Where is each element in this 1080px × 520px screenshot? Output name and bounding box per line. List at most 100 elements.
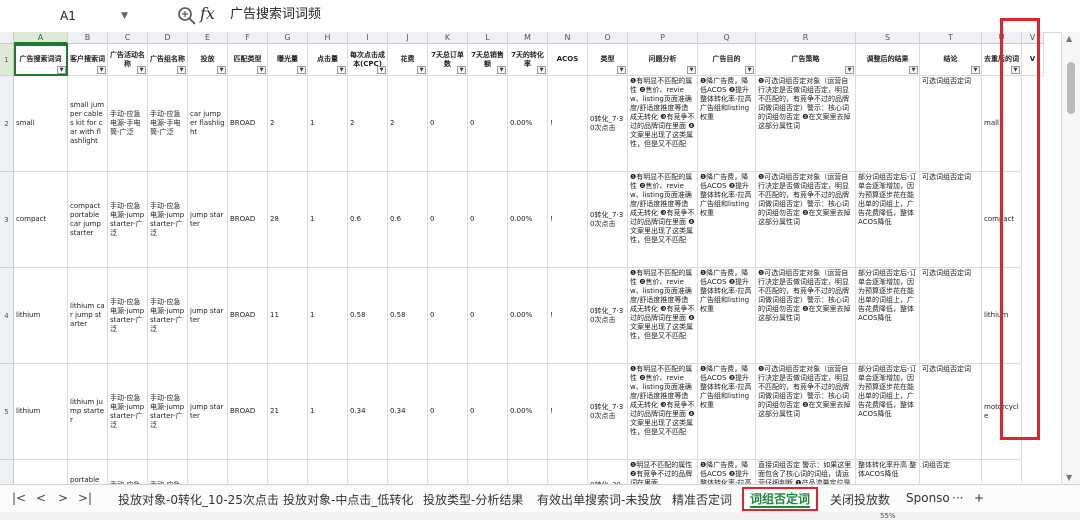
- table-cell[interactable]: ❶可选词组否定对象（运营自行决定是否做词组否定，明显不匹配的，有竞争不过的品牌词…: [756, 76, 856, 172]
- header-cell[interactable]: 类型 ▼: [588, 44, 628, 76]
- table-cell[interactable]: 1: [308, 364, 348, 460]
- tab-sheet-active[interactable]: 词组否定词: [742, 487, 819, 511]
- column-header-q[interactable]: Q: [698, 32, 756, 44]
- filter-dropdown-icon[interactable]: ▼: [137, 66, 146, 74]
- more-sheets-icon[interactable]: ···: [952, 491, 963, 505]
- filter-dropdown-icon[interactable]: ▼: [745, 66, 754, 74]
- column-header-a[interactable]: A: [14, 32, 68, 44]
- table-cell[interactable]: [348, 460, 388, 484]
- table-cell[interactable]: ❶降广告费，降低ACOS ❷提升整体转化率-拉高广告组和listing权重: [698, 460, 756, 484]
- table-cell[interactable]: 部分词组否定后-订单会逐渐增加，因为预算逐步花在能出单的词组上，广告花费降低，整…: [856, 268, 920, 364]
- header-cell[interactable]: 7天总销售额 ▼: [468, 44, 508, 76]
- table-cell[interactable]: 手动-应急电源-手电筒-广泛: [148, 76, 188, 172]
- filter-dropdown-icon[interactable]: ▼: [497, 66, 506, 74]
- column-header-c[interactable]: C: [108, 32, 148, 44]
- filter-dropdown-icon[interactable]: ▼: [457, 66, 466, 74]
- table-cell[interactable]: lithium jump starter: [68, 364, 108, 460]
- header-cell[interactable]: 曝光量 ▼: [268, 44, 308, 76]
- table-cell[interactable]: 21: [268, 364, 308, 460]
- header-cell[interactable]: 广告组名称 ▼: [148, 44, 188, 76]
- filter-dropdown-icon[interactable]: ▼: [687, 66, 696, 74]
- table-cell[interactable]: 0: [468, 172, 508, 268]
- add-sheet-button[interactable]: +: [974, 491, 984, 505]
- table-cell[interactable]: BROAD: [228, 172, 268, 268]
- header-cell[interactable]: 调整后的结果 ▼: [856, 44, 920, 76]
- table-cell[interactable]: 0.00%: [508, 364, 548, 460]
- table-cell[interactable]: 直接词组否定 警示：如果这里面包含了核心词的词组，请运营仔细判断 ❶产品流量定位…: [756, 460, 856, 484]
- header-cell[interactable]: 广告策略 ▼: [756, 44, 856, 76]
- row-header-3[interactable]: 3: [0, 172, 14, 268]
- column-header-m[interactable]: M: [508, 32, 548, 44]
- table-cell[interactable]: 0.34: [348, 364, 388, 460]
- fx-icon[interactable]: fx: [200, 4, 215, 23]
- header-cell[interactable]: 客户搜索词 ▼: [68, 44, 108, 76]
- filter-dropdown-icon[interactable]: ▼: [909, 66, 918, 74]
- table-cell[interactable]: BROAD: [228, 76, 268, 172]
- prev-sheet-icon[interactable]: <: [36, 491, 46, 505]
- table-cell[interactable]: 手动-应急电源-jump starter-广泛: [148, 268, 188, 364]
- table-cell[interactable]: portable motorcycle: [68, 460, 108, 484]
- table-cell[interactable]: ❶可选词组否定对象（运营自行决定是否做词组否定，明显不匹配的，有竞争不过的品牌词…: [756, 268, 856, 364]
- table-cell[interactable]: lithium: [14, 364, 68, 460]
- table-cell[interactable]: car jumper flashlight: [188, 76, 228, 172]
- table-cell[interactable]: 可选词组否定词: [920, 268, 982, 364]
- table-cell[interactable]: lithium car jump starter: [68, 268, 108, 364]
- filter-dropdown-icon[interactable]: ▼: [177, 66, 186, 74]
- header-cell[interactable]: 7天总订单数 ▼: [428, 44, 468, 76]
- filter-dropdown-icon[interactable]: ▼: [217, 66, 226, 74]
- chevron-down-icon[interactable]: ▼: [121, 6, 128, 26]
- column-header-s[interactable]: S: [856, 32, 920, 44]
- tab-sheet-1[interactable]: 投放对象-0转化_10-25次点击: [118, 491, 279, 508]
- filter-dropdown-icon[interactable]: ▼: [417, 66, 426, 74]
- header-cell[interactable]: 每次点击成本(CPC) ▼: [348, 44, 388, 76]
- table-cell[interactable]: [856, 76, 920, 172]
- table-cell[interactable]: 手动-应急电源-jump starter-广泛: [148, 172, 188, 268]
- row-header-4[interactable]: 4: [0, 268, 14, 364]
- next-sheet-icon[interactable]: >: [58, 491, 68, 505]
- table-cell[interactable]: small: [14, 76, 68, 172]
- row-header-2[interactable]: 2: [0, 76, 14, 172]
- table-cell[interactable]: [982, 460, 1022, 484]
- table-cell[interactable]: 手动-应急电源-jump starter-广泛: [108, 268, 148, 364]
- column-header-o[interactable]: O: [588, 32, 628, 44]
- table-cell[interactable]: BROAD: [228, 364, 268, 460]
- table-cell[interactable]: 0: [428, 172, 468, 268]
- table-cell[interactable]: ❶可选词组否定对象（运营自行决定是否做词组否定，明显不匹配的，有竞争不过的品牌词…: [756, 364, 856, 460]
- column-header-e[interactable]: E: [188, 32, 228, 44]
- header-cell[interactable]: 广告目的 ▼: [698, 44, 756, 76]
- table-cell[interactable]: 0: [428, 268, 468, 364]
- table-cell[interactable]: ❶可选词组否定对象（运营自行决定是否做词组否定，明显不匹配的，有竞争不过的品牌词…: [756, 172, 856, 268]
- filter-dropdown-icon[interactable]: ▼: [971, 66, 980, 74]
- header-cell[interactable]: 广告搜索词词 ▼: [14, 44, 68, 76]
- table-cell[interactable]: 0转化_30次以上: [588, 460, 628, 484]
- table-cell[interactable]: 2: [268, 76, 308, 172]
- table-cell[interactable]: 0.6: [388, 172, 428, 268]
- spreadsheet-grid[interactable]: A B C D E F G H I J K L M N O P Q R S T U V 1 广告搜索词词 ▼ 客户搜索词 ▼ 广告活动…: [0, 32, 1062, 484]
- filter-dropdown-icon[interactable]: ▼: [617, 66, 626, 74]
- header-cell[interactable]: 广告活动名称 ▼: [108, 44, 148, 76]
- table-cell[interactable]: 部分词组否定后-订单会逐渐增加，因为预算逐步花在能出单的词组上，广告花费降低，整…: [856, 172, 920, 268]
- table-cell[interactable]: [308, 460, 348, 484]
- table-cell[interactable]: !: [548, 268, 588, 364]
- formula-input[interactable]: 广告搜索词词频: [222, 4, 1062, 26]
- table-cell[interactable]: 0: [468, 268, 508, 364]
- header-cell[interactable]: 7天的转化率 ▼: [508, 44, 548, 76]
- scroll-up-icon[interactable]: ▲: [1066, 34, 1072, 43]
- table-cell[interactable]: 0.58: [388, 268, 428, 364]
- table-cell[interactable]: 手动-应急电源-广泛: [148, 460, 188, 484]
- table-cell[interactable]: jump starter: [188, 172, 228, 268]
- table-cell[interactable]: !: [548, 172, 588, 268]
- table-cell[interactable]: [228, 460, 268, 484]
- table-cell[interactable]: 0.00%: [508, 76, 548, 172]
- row-header-5[interactable]: 5: [0, 364, 14, 460]
- filter-dropdown-icon[interactable]: ▼: [97, 66, 106, 74]
- table-cell[interactable]: 手动-应急电源-jump starter-广泛: [148, 364, 188, 460]
- table-cell[interactable]: compact: [14, 172, 68, 268]
- table-cell[interactable]: 0: [468, 76, 508, 172]
- table-cell[interactable]: ❶降广告费，降低ACOS ❷提升整体转化率-拉高广告组和listing权重: [698, 76, 756, 172]
- table-cell[interactable]: [14, 460, 68, 484]
- header-cell[interactable]: 匹配类型 ▼: [228, 44, 268, 76]
- table-cell[interactable]: !: [548, 364, 588, 460]
- column-header-k[interactable]: K: [428, 32, 468, 44]
- header-cell[interactable]: 点击量 ▼: [308, 44, 348, 76]
